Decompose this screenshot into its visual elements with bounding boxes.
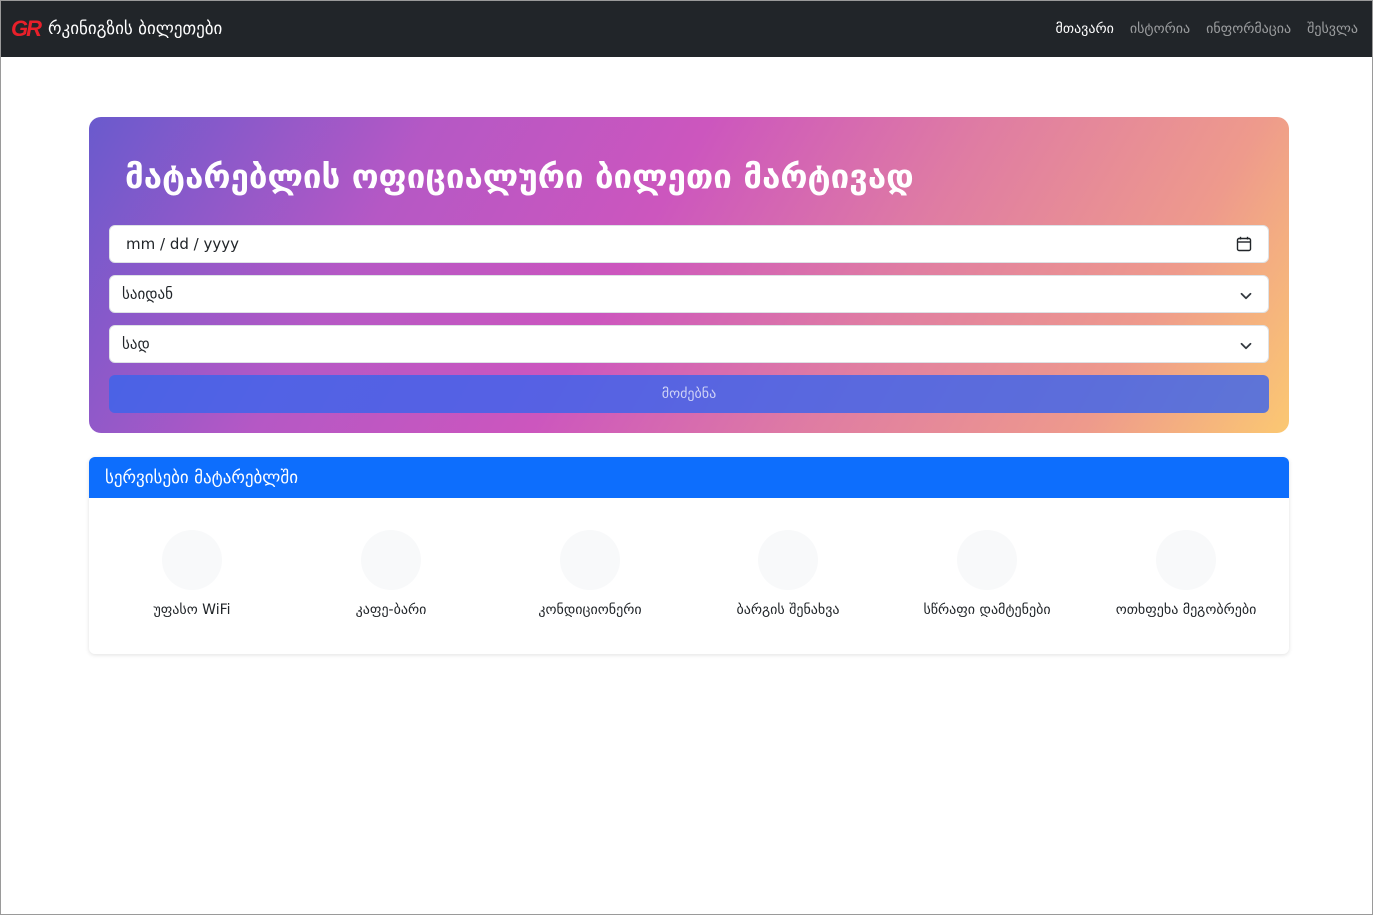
service-label: სწრაფი დამტენები <box>923 602 1051 618</box>
nav-link-home[interactable]: მთავარი <box>1056 21 1114 37</box>
from-select[interactable]: საიდან <box>109 275 1269 313</box>
hero-search-panel: მატარებლის ოფიციალური ბილეთი მარტივად mm… <box>89 117 1289 433</box>
service-item-luggage: ბარგის შენახვა <box>688 530 888 618</box>
date-input-placeholder: mm / dd / yyyy <box>126 235 239 253</box>
service-item-pets: ოთხფეხა მეგობრები <box>1086 530 1286 618</box>
service-label: ბარგის შენახვა <box>736 602 840 618</box>
nav-link-info[interactable]: ინფორმაცია <box>1206 21 1291 37</box>
luggage-icon <box>758 530 818 590</box>
from-select-value: საიდან <box>122 285 173 303</box>
cafe-icon <box>361 530 421 590</box>
nav-links: მთავარი ისტორია ინფორმაცია შესვლა <box>1056 21 1358 37</box>
service-item-wifi: უფასო WiFi <box>92 530 292 618</box>
air-conditioner-icon <box>560 530 620 590</box>
navbar: GR რკინიგზის ბილეთები მთავარი ისტორია ინ… <box>1 1 1372 57</box>
service-label: კაფე-ბარი <box>355 602 427 618</box>
brand-title: რკინიგზის ბილეთები <box>48 19 223 39</box>
charger-icon <box>957 530 1017 590</box>
service-label: ოთხფეხა მეგობრები <box>1115 602 1257 618</box>
chevron-down-icon <box>1240 288 1252 300</box>
service-label: უფასო WiFi <box>153 602 231 618</box>
date-input[interactable]: mm / dd / yyyy <box>109 225 1269 263</box>
services-header: სერვისები მატარებლში <box>89 457 1289 498</box>
brand[interactable]: GR რკინიგზის ბილეთები <box>11 18 222 40</box>
wifi-icon <box>162 530 222 590</box>
calendar-icon[interactable] <box>1236 236 1252 252</box>
service-label: კონდიციონერი <box>538 602 642 618</box>
service-item-cafe: კაფე-ბარი <box>291 530 491 618</box>
service-item-chargers: სწრაფი დამტენები <box>887 530 1087 618</box>
nav-link-login[interactable]: შესვლა <box>1307 21 1358 37</box>
brand-logo: GR <box>11 16 42 41</box>
to-select[interactable]: სად <box>109 325 1269 363</box>
service-item-ac: კონდიციონერი <box>490 530 690 618</box>
pet-icon <box>1156 530 1216 590</box>
services-card: სერვისები მატარებლში უფასო WiFi კაფე-ბარ… <box>89 457 1289 654</box>
services-list: უფასო WiFi კაფე-ბარი კონდიციონერი ბარგის… <box>89 498 1289 654</box>
chevron-down-icon <box>1240 338 1252 350</box>
to-select-value: სად <box>122 335 150 353</box>
search-button[interactable]: მოძებნა <box>109 375 1269 413</box>
hero-title: მატარებლის ოფიციალური ბილეთი მარტივად <box>125 157 914 196</box>
nav-link-history[interactable]: ისტორია <box>1130 21 1190 37</box>
